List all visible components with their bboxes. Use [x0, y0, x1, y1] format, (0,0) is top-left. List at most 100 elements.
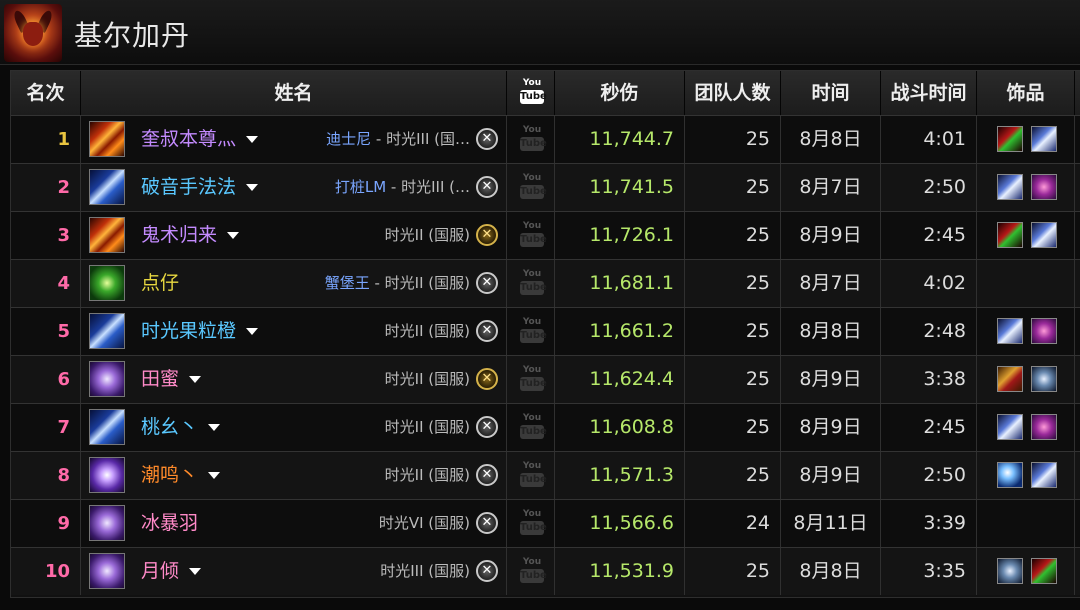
trinkets-cell: [977, 308, 1075, 355]
table-row[interactable]: 6 田蜜 时光II (国服) ✕ You Tube 11,624.4 25 8月9…: [11, 355, 1080, 403]
table-row[interactable]: 5 时光果粒橙 时光II (国服) ✕ You Tube 11,661.2 25 …: [11, 307, 1080, 355]
youtube-icon[interactable]: You Tube: [520, 364, 547, 396]
table-row[interactable]: 3 鬼术归来 时光II (国服) ✕ You Tube 11,726.1 25 8…: [11, 211, 1080, 259]
guild-realm: 迪士尼 - 时光III (国…: [326, 116, 470, 163]
player-name-link[interactable]: 破音手法法: [141, 164, 259, 211]
table-row[interactable]: 1 奎叔本尊灬 迪士尼 - 时光III (国… ✕ You Tube 11,744…: [11, 115, 1080, 163]
youtube-icon[interactable]: You Tube: [520, 316, 547, 348]
trinket-red-icon[interactable]: [997, 126, 1023, 152]
video-cell: You Tube: [507, 260, 555, 307]
trinket-blue-icon[interactable]: [997, 174, 1023, 200]
header-raid-size[interactable]: 团队人数: [685, 71, 781, 115]
header-video: You Tube: [507, 71, 555, 115]
player-name-link[interactable]: 田蜜: [141, 356, 202, 403]
table-row[interactable]: 8 潮鸣丶 时光II (国服) ✕ You Tube 11,571.3 25 8月…: [11, 451, 1080, 499]
chevron-down-icon[interactable]: [189, 376, 202, 383]
header-name[interactable]: 姓名: [81, 71, 507, 115]
header-trinkets: 饰品: [977, 71, 1075, 115]
realm-name: - 时光II (国服): [369, 274, 470, 292]
video-cell: You Tube: [507, 404, 555, 451]
player-name-link[interactable]: 鬼术归来: [141, 212, 240, 259]
trinket-red-icon[interactable]: [1031, 558, 1057, 584]
youtube-icon[interactable]: You Tube: [520, 508, 547, 540]
rank-cell: 5: [11, 308, 81, 355]
youtube-icon[interactable]: You Tube: [520, 460, 547, 492]
faction-icon: ✕: [476, 512, 498, 534]
table-row[interactable]: 4 点仔 蟹堡王 - 时光II (国服) ✕ You Tube 11,681.1 …: [11, 259, 1080, 307]
dps-cell: 11,571.3: [555, 452, 685, 499]
date-cell: 8月8日: [781, 116, 881, 163]
header-rank[interactable]: 名次: [11, 71, 81, 115]
trinket-blue-icon[interactable]: [1031, 222, 1057, 248]
dps-cell: 11,624.4: [555, 356, 685, 403]
chevron-down-icon[interactable]: [246, 184, 259, 191]
player-cell: 桃幺丶 时光II (国服) ✕: [81, 404, 507, 451]
dps-cell: 11,741.5: [555, 164, 685, 211]
youtube-icon[interactable]: You Tube: [520, 556, 547, 588]
player-name-link[interactable]: 奎叔本尊灬: [141, 116, 259, 163]
page-title: 基尔加丹: [74, 19, 191, 52]
guild-name[interactable]: 打桩LM: [335, 178, 386, 196]
rank-cell: 9: [11, 500, 81, 547]
youtube-icon[interactable]: You Tube: [520, 268, 547, 300]
header-fight-time[interactable]: 战斗时间: [881, 71, 977, 115]
trinket-skull-icon[interactable]: [997, 558, 1023, 584]
player-name-link[interactable]: 冰暴羽: [141, 500, 198, 547]
table-row[interactable]: 2 破音手法法 打桩LM - 时光III (… ✕ You Tube 11,741…: [11, 163, 1080, 211]
player-name-link[interactable]: 潮鸣丶: [141, 452, 221, 499]
fight-time-cell: 2:48: [881, 308, 977, 355]
chevron-down-icon[interactable]: [246, 328, 259, 335]
video-cell: You Tube: [507, 164, 555, 211]
faction-icon: ✕: [476, 560, 498, 582]
player-cell: 奎叔本尊灬 迪士尼 - 时光III (国… ✕: [81, 116, 507, 163]
youtube-icon[interactable]: You Tube: [520, 220, 547, 252]
trinket-skull-icon[interactable]: [1031, 366, 1057, 392]
trinket-purple-icon[interactable]: [1031, 414, 1057, 440]
trinket-blue-icon[interactable]: [1031, 462, 1057, 488]
trinket-blue-icon[interactable]: [1031, 126, 1057, 152]
trinkets-cell: [977, 212, 1075, 259]
trinket-gold-icon[interactable]: [997, 366, 1023, 392]
youtube-icon[interactable]: You Tube: [520, 172, 547, 204]
faction-icon: ✕: [476, 224, 498, 246]
chevron-down-icon[interactable]: [246, 136, 259, 143]
video-cell: You Tube: [507, 500, 555, 547]
spec-frost-icon: [89, 169, 125, 205]
video-cell: You Tube: [507, 212, 555, 259]
dps-cell: 11,726.1: [555, 212, 685, 259]
raid-size-cell: 25: [685, 356, 781, 403]
header-dps[interactable]: 秒伤: [555, 71, 685, 115]
chevron-down-icon[interactable]: [208, 424, 221, 431]
player-cell: 田蜜 时光II (国服) ✕: [81, 356, 507, 403]
guild-realm: 时光III (国服): [380, 548, 470, 595]
player-name-link[interactable]: 时光果粒橙: [141, 308, 259, 355]
table-row[interactable]: 10 月倾 时光III (国服) ✕ You Tube 11,531.9 25 8…: [11, 547, 1080, 595]
trinket-blue-icon[interactable]: [997, 318, 1023, 344]
faction-icon: ✕: [476, 416, 498, 438]
faction-icon: ✕: [476, 464, 498, 486]
player-cell: 月倾 时光III (国服) ✕: [81, 548, 507, 595]
spec-fire-icon: [89, 217, 125, 253]
chevron-down-icon[interactable]: [227, 232, 240, 239]
fight-time-cell: 2:45: [881, 404, 977, 451]
trinket-blue-icon[interactable]: [997, 414, 1023, 440]
realm-name: 时光III (国服): [380, 562, 470, 580]
trinket-purple-icon[interactable]: [1031, 174, 1057, 200]
trinket-purple-icon[interactable]: [1031, 318, 1057, 344]
chevron-down-icon[interactable]: [208, 472, 221, 479]
guild-name[interactable]: 迪士尼: [326, 130, 371, 148]
trinket-red-icon[interactable]: [997, 222, 1023, 248]
table-row[interactable]: 9 冰暴羽 时光VI (国服) ✕ You Tube 11,566.6 24 8月…: [11, 499, 1080, 547]
player-name-link[interactable]: 月倾: [141, 548, 202, 595]
guild-name[interactable]: 蟹堡王: [325, 274, 370, 292]
youtube-icon[interactable]: You Tube: [520, 412, 547, 444]
youtube-icon[interactable]: You Tube: [520, 124, 547, 156]
player-name-link[interactable]: 桃幺丶: [141, 404, 221, 451]
header-date[interactable]: 时间: [781, 71, 881, 115]
table-row[interactable]: 7 桃幺丶 时光II (国服) ✕ You Tube 11,608.8 25 8月…: [11, 403, 1080, 451]
player-name-link[interactable]: 点仔: [141, 260, 179, 307]
faction-icon: ✕: [476, 272, 498, 294]
trinket-moon-icon[interactable]: [997, 462, 1023, 488]
chevron-down-icon[interactable]: [189, 568, 202, 575]
raid-size-cell: 25: [685, 452, 781, 499]
